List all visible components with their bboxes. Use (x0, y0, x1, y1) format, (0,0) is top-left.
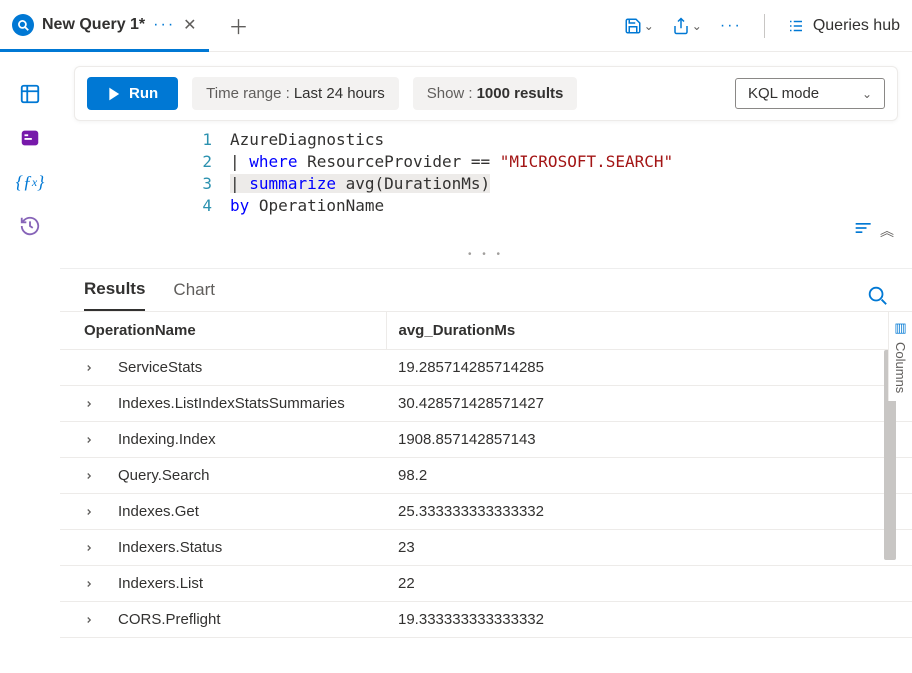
chevron-down-icon: ⌄ (692, 19, 702, 33)
code-line[interactable]: | where ResourceProvider == "MICROSOFT.S… (230, 151, 912, 173)
cell-operation: ServiceStats (106, 350, 386, 386)
results-table: OperationName avg_DurationMs ServiceStat… (60, 312, 912, 638)
cell-operation: Indexes.ListIndexStatsSummaries (106, 386, 386, 422)
query-toolbar: Run Time range : Last 24 hours Show : 10… (74, 66, 898, 121)
table-row[interactable]: Indexes.ListIndexStatsSummaries30.428571… (60, 386, 912, 422)
code-line[interactable]: by OperationName (230, 195, 912, 217)
expand-row-icon[interactable] (60, 458, 106, 494)
cell-duration: 1908.857142857143 (386, 422, 912, 458)
cell-operation: Indexers.Status (106, 530, 386, 566)
col-header-duration[interactable]: avg_DurationMs (386, 312, 912, 350)
chevron-down-icon: ⌄ (644, 19, 654, 33)
tables-icon[interactable] (18, 82, 42, 106)
query-tab[interactable]: New Query 1* ··· ✕ (0, 0, 209, 52)
top-bar: New Query 1* ··· ✕ ＋ ⌄ ⌄ ··· Queries hub (0, 0, 912, 52)
close-icon[interactable]: ✕ (183, 15, 196, 35)
cell-operation: Indexes.Get (106, 494, 386, 530)
table-row[interactable]: Indexing.Index1908.857142857143 (60, 422, 912, 458)
cell-duration: 22 (386, 566, 912, 602)
columns-icon: ▥ (894, 320, 906, 336)
expand-row-icon[interactable] (60, 386, 106, 422)
cell-operation: Indexing.Index (106, 422, 386, 458)
table-row[interactable]: CORS.Preflight19.333333333333332 (60, 602, 912, 638)
columns-label: Columns (893, 342, 908, 393)
tab-chart[interactable]: Chart (173, 280, 215, 310)
table-row[interactable]: Indexers.List22 (60, 566, 912, 602)
queries-hub-label: Queries hub (813, 17, 900, 35)
table-row[interactable]: Query.Search98.2 (60, 458, 912, 494)
run-label: Run (129, 85, 158, 102)
cell-operation: CORS.Preflight (106, 602, 386, 638)
time-range-label: Time range : (206, 85, 290, 102)
line-number: 4 (60, 195, 230, 217)
panel-resize-handle[interactable]: • • • (60, 245, 912, 264)
table-row[interactable]: Indexes.Get25.333333333333332 (60, 494, 912, 530)
code-line[interactable]: | summarize avg(DurationMs) (230, 173, 912, 195)
expand-row-icon[interactable] (60, 602, 106, 638)
left-rail: {ƒx} (0, 52, 60, 673)
queries-hub-button[interactable]: Queries hub (787, 17, 900, 35)
format-icon[interactable] (854, 221, 874, 241)
tab-title: New Query 1* (42, 16, 145, 34)
cell-duration: 19.285714285714285 (386, 350, 912, 386)
table-row[interactable]: Indexers.Status23 (60, 530, 912, 566)
expand-row-icon[interactable] (60, 494, 106, 530)
functions-icon[interactable]: {ƒx} (18, 170, 42, 194)
col-header-operation[interactable]: OperationName (60, 312, 386, 350)
cell-duration: 19.333333333333332 (386, 602, 912, 638)
search-results-icon[interactable] (866, 284, 888, 306)
tab-more-icon[interactable]: ··· (153, 16, 175, 34)
azure-query-icon (12, 14, 34, 36)
share-button[interactable]: ⌄ (672, 17, 702, 35)
expand-row-icon[interactable] (60, 566, 106, 602)
results-area: Results Chart OperationName avg_Duration… (60, 268, 912, 673)
separator (764, 14, 765, 38)
cell-operation: Indexers.List (106, 566, 386, 602)
line-number: 3 (60, 173, 230, 195)
history-icon[interactable] (18, 214, 42, 238)
queries-hub-icon (787, 17, 805, 35)
show-results-selector[interactable]: Show : 1000 results (413, 77, 578, 110)
expand-row-icon[interactable] (60, 350, 106, 386)
more-actions-button[interactable]: ··· (720, 17, 742, 35)
chevron-down-icon: ⌄ (862, 87, 872, 101)
results-table-wrap: OperationName avg_DurationMs ServiceStat… (60, 311, 912, 673)
cell-duration: 25.333333333333332 (386, 494, 912, 530)
time-range-selector[interactable]: Time range : Last 24 hours (192, 77, 399, 110)
cell-duration: 23 (386, 530, 912, 566)
collapse-icon[interactable]: ︽ (880, 221, 894, 241)
tabs-area: New Query 1* ··· ✕ ＋ (0, 0, 261, 51)
save-button[interactable]: ⌄ (624, 17, 654, 35)
code-line[interactable]: AzureDiagnostics (230, 129, 912, 151)
expand-row-icon[interactable] (60, 422, 106, 458)
new-tab-button[interactable]: ＋ (217, 11, 261, 40)
queries-icon[interactable] (18, 126, 42, 150)
cell-operation: Query.Search (106, 458, 386, 494)
mode-value: KQL mode (748, 85, 819, 102)
top-actions: ⌄ ⌄ ··· Queries hub (624, 14, 900, 38)
show-label: Show : (427, 85, 473, 102)
line-number: 1 (60, 129, 230, 151)
query-editor[interactable]: 1AzureDiagnostics2| where ResourceProvid… (60, 129, 912, 217)
cell-duration: 98.2 (386, 458, 912, 494)
tab-results[interactable]: Results (84, 279, 145, 312)
line-number: 2 (60, 151, 230, 173)
run-button[interactable]: Run (87, 77, 178, 110)
table-row[interactable]: ServiceStats19.285714285714285 (60, 350, 912, 386)
show-value: 1000 results (477, 85, 564, 102)
cell-duration: 30.428571428571427 (386, 386, 912, 422)
results-tabs: Results Chart (60, 269, 912, 311)
mode-selector[interactable]: KQL mode ⌄ (735, 78, 885, 109)
time-range-value: Last 24 hours (294, 85, 385, 102)
format-toolbar: ︽ (60, 217, 912, 245)
main-panel: Run Time range : Last 24 hours Show : 10… (60, 52, 912, 673)
expand-row-icon[interactable] (60, 530, 106, 566)
columns-panel-toggle[interactable]: ▥ Columns (888, 312, 912, 401)
